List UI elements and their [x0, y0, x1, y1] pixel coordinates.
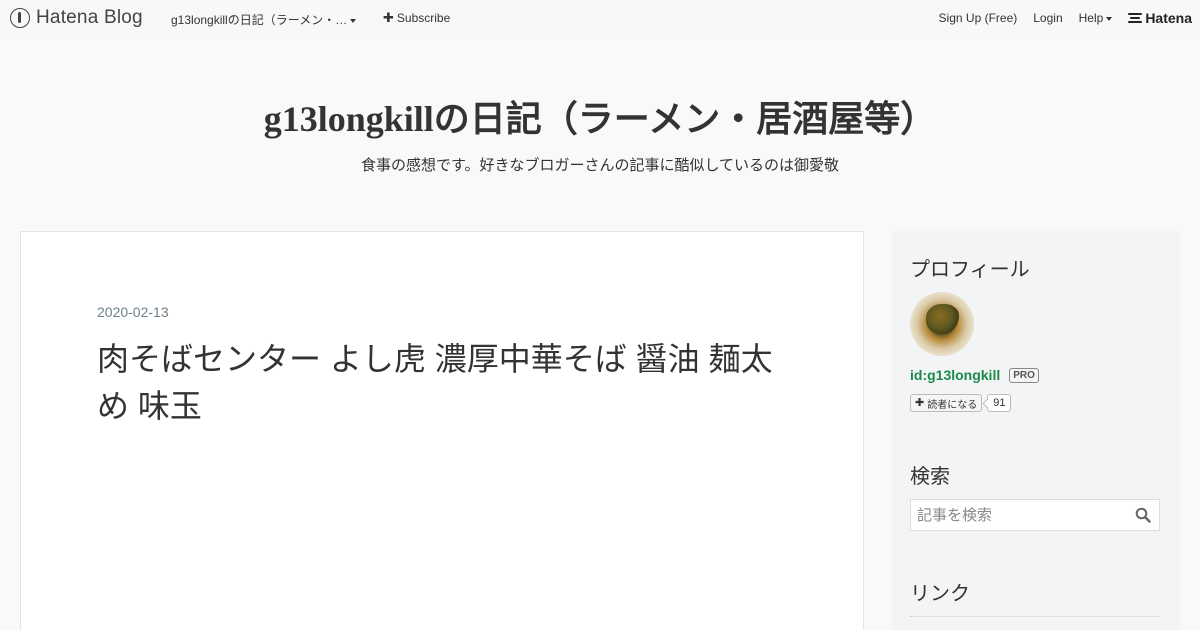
entry-title[interactable]: 肉そばセンター よし虎 濃厚中華そば 醤油 麺太め 味玉 — [97, 336, 797, 430]
profile-id: id:g13longkill PRO — [910, 367, 1039, 383]
hatena-logo[interactable]: Hatena — [1128, 10, 1192, 26]
search-icon[interactable] — [1135, 507, 1151, 523]
avatar[interactable] — [910, 292, 974, 356]
global-header: Hatena Blog g13longkillの日記（ラーメン・… ✚ Subs… — [0, 0, 1200, 36]
plus-icon: ✚ — [383, 10, 394, 25]
hatena-blog-logo[interactable]: Hatena Blog — [10, 7, 143, 29]
entry-date[interactable]: 2020-02-13 — [97, 304, 169, 320]
sidebar: プロフィール id:g13longkill PRO ✚ 読者になる 91 検索 … — [892, 231, 1180, 630]
subscribe-button[interactable]: ✚ Subscribe — [383, 11, 450, 25]
global-header-right: Sign Up (Free) Login Help Hatena — [923, 0, 1200, 36]
reader-count[interactable]: 91 — [987, 394, 1012, 412]
hatena-wave-icon — [1128, 11, 1143, 25]
login-link[interactable]: Login — [1033, 11, 1062, 25]
help-label: Help — [1078, 11, 1104, 25]
pro-badge: PRO — [1009, 367, 1039, 383]
plus-icon: ✚ — [915, 397, 925, 409]
hatena-blog-logo-text: Hatena Blog — [36, 7, 143, 28]
blog-name-label: g13longkillの日記（ラーメン・… — [171, 13, 348, 27]
hatena-blog-logo-icon — [10, 8, 30, 28]
search-input[interactable] — [911, 500, 1131, 530]
search-box — [910, 499, 1160, 531]
entry-card: 2020-02-13 肉そばセンター よし虎 濃厚中華そば 醤油 麺太め 味玉 — [20, 231, 864, 630]
blog-name-menu[interactable]: g13longkillの日記（ラーメン・… — [171, 11, 357, 28]
help-menu[interactable]: Help — [1079, 11, 1113, 25]
profile-id-link[interactable]: id:g13longkill — [910, 367, 1000, 383]
hatena-logo-text: Hatena — [1145, 10, 1192, 26]
profile-heading: プロフィール — [910, 259, 1030, 281]
become-reader-label: 読者になる — [927, 399, 978, 411]
become-reader-button[interactable]: ✚ 読者になる — [910, 394, 983, 412]
subscribe-label: Subscribe — [396, 11, 451, 25]
search-heading: 検索 — [910, 466, 950, 488]
caret-down-icon — [350, 18, 357, 23]
subscribe-reader-row: ✚ 読者になる 91 — [910, 394, 1012, 412]
signup-link[interactable]: Sign Up (Free) — [939, 11, 1018, 25]
links-divider — [910, 616, 1160, 617]
blog-description: 食事の感想です。好きなブロガーさんの記事に酷似しているのは御愛敬 — [360, 157, 840, 174]
blog-title[interactable]: g13longkillの日記（ラーメン・居酒屋等） — [0, 90, 1200, 142]
caret-down-icon — [1106, 16, 1113, 21]
links-heading: リンク — [910, 583, 970, 605]
